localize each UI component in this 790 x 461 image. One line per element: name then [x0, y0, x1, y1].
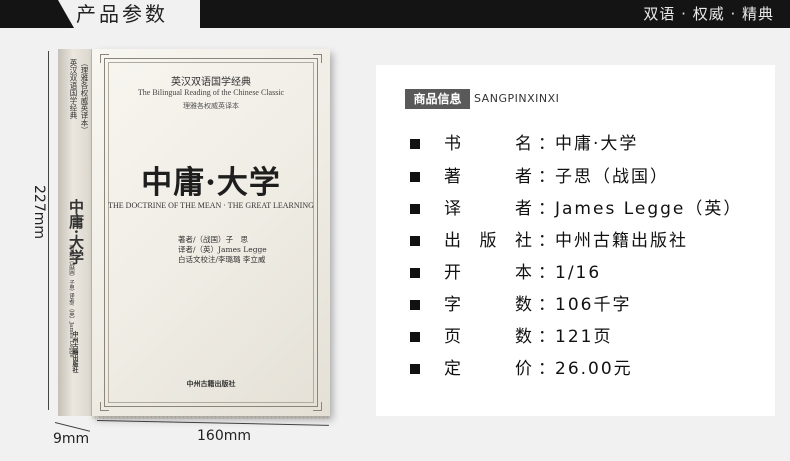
- top-banner: 产品参数 双语 · 权威 · 精典: [0, 0, 790, 28]
- book-spine: 英汉双语国学经典 （理雅各权威英译本） 中庸·大学 著者/（战国）子思 译者/（…: [58, 49, 92, 416]
- spec-value: 1/16: [555, 263, 602, 283]
- spec-colon: ：: [538, 263, 555, 283]
- square-bullet-icon: [410, 139, 420, 149]
- product-info-panel: 商品信息 SANGPINXINXI 书名 ： 中庸·大学 著者 ： 子思（战国）…: [376, 65, 775, 416]
- banner-slogan: 双语 · 权威 · 精典: [643, 5, 774, 23]
- cover-credit-line: 译者/（英）James Legge: [178, 245, 267, 254]
- spec-row-publisher: 出版社 ： 中州古籍出版社: [410, 229, 770, 253]
- spec-row-author: 著者 ： 子思（战国）: [410, 165, 770, 189]
- cover-frame-inner: [108, 62, 314, 403]
- spec-row-title: 书名 ： 中庸·大学: [410, 132, 770, 156]
- spec-colon: ：: [538, 359, 555, 379]
- spec-row-page-count: 页数 ： 121页: [410, 325, 770, 349]
- cover-corner-ornament: [100, 402, 109, 411]
- spec-label: 开本: [444, 263, 534, 283]
- spec-colon: ：: [538, 199, 555, 219]
- banner-title: 产品参数: [76, 2, 168, 26]
- spec-row-word-count: 字数 ： 106千字: [410, 293, 770, 317]
- spec-value: 106千字: [555, 295, 632, 315]
- cover-title-english: THE DOCTRINE OF THE MEAN · THE GREAT LEA…: [108, 201, 314, 210]
- product-info-badge: 商品信息: [405, 89, 470, 109]
- book-cover: 英汉双语国学经典 The Bilingual Reading of the Ch…: [92, 49, 330, 416]
- square-bullet-icon: [410, 364, 420, 374]
- spec-colon: ：: [538, 295, 555, 315]
- spec-label: 页数: [444, 327, 534, 347]
- spec-label: 字数: [444, 295, 534, 315]
- spine-publisher: 中州古籍出版社: [71, 331, 78, 373]
- spec-label: 著者: [444, 167, 534, 187]
- spec-value: 中庸·大学: [555, 134, 639, 154]
- book-image: 英汉双语国学经典 （理雅各权威英译本） 中庸·大学 著者/（战国）子思 译者/（…: [58, 49, 330, 419]
- cover-corner-ornament: [100, 54, 109, 63]
- spec-row-format: 开本 ： 1/16: [410, 261, 770, 285]
- spec-label: 书名: [444, 134, 534, 154]
- cover-corner-ornament: [313, 402, 322, 411]
- cover-publisher: 中州古籍出版社: [186, 380, 236, 388]
- square-bullet-icon: [410, 268, 420, 278]
- spec-row-translator: 译者 ： James Legge（英）: [410, 197, 770, 221]
- spec-colon: ：: [538, 134, 555, 154]
- spec-colon: ：: [538, 231, 555, 251]
- cover-credits: 著者/（战国）子 思 译者/（英）James Legge 白话文校注/李璐璐 李…: [178, 235, 267, 265]
- depth-dimension-label: 9mm: [53, 431, 90, 447]
- square-bullet-icon: [410, 236, 420, 246]
- square-bullet-icon: [410, 332, 420, 342]
- square-bullet-icon: [410, 300, 420, 310]
- spine-series: 英汉双语国学经典: [69, 59, 78, 119]
- square-bullet-icon: [410, 204, 420, 214]
- product-info-badge-english: SANGPINXINXI: [474, 92, 560, 105]
- spec-colon: ：: [538, 167, 555, 187]
- spec-label: 出版社: [444, 231, 534, 251]
- cover-series-title: 英汉双语国学经典: [171, 77, 251, 88]
- spec-row-price: 定价 ： 26.00元: [410, 357, 770, 381]
- spec-value: 中州古籍出版社: [555, 231, 688, 251]
- cover-credit-line: 白话文校注/李璐璐 李立威: [178, 255, 266, 264]
- spine-subtitle: （理雅各权威英译本）: [80, 59, 89, 134]
- spec-value: 子思（战国）: [555, 167, 669, 187]
- cover-edition: 理雅各权威英译本: [183, 102, 239, 110]
- spec-label: 译者: [444, 199, 534, 219]
- spec-value: James Legge（英）: [555, 199, 743, 219]
- spec-colon: ：: [538, 327, 555, 347]
- spec-value: 121页: [555, 327, 613, 347]
- square-bullet-icon: [410, 172, 420, 182]
- cover-title: 中庸·大学: [141, 165, 281, 201]
- height-dimension-label: 227mm: [31, 185, 47, 239]
- cover-series-english: The Bilingual Reading of the Chinese Cla…: [137, 88, 285, 97]
- cover-corner-ornament: [313, 54, 322, 63]
- spec-label: 定价: [444, 359, 534, 379]
- spec-value: 26.00元: [555, 359, 633, 379]
- width-dimension-label: 160mm: [197, 428, 251, 444]
- width-dimension-line: [96, 420, 329, 426]
- height-dimension-line: [48, 50, 49, 411]
- cover-credit-line: 著者/（战国）子 思: [178, 235, 249, 244]
